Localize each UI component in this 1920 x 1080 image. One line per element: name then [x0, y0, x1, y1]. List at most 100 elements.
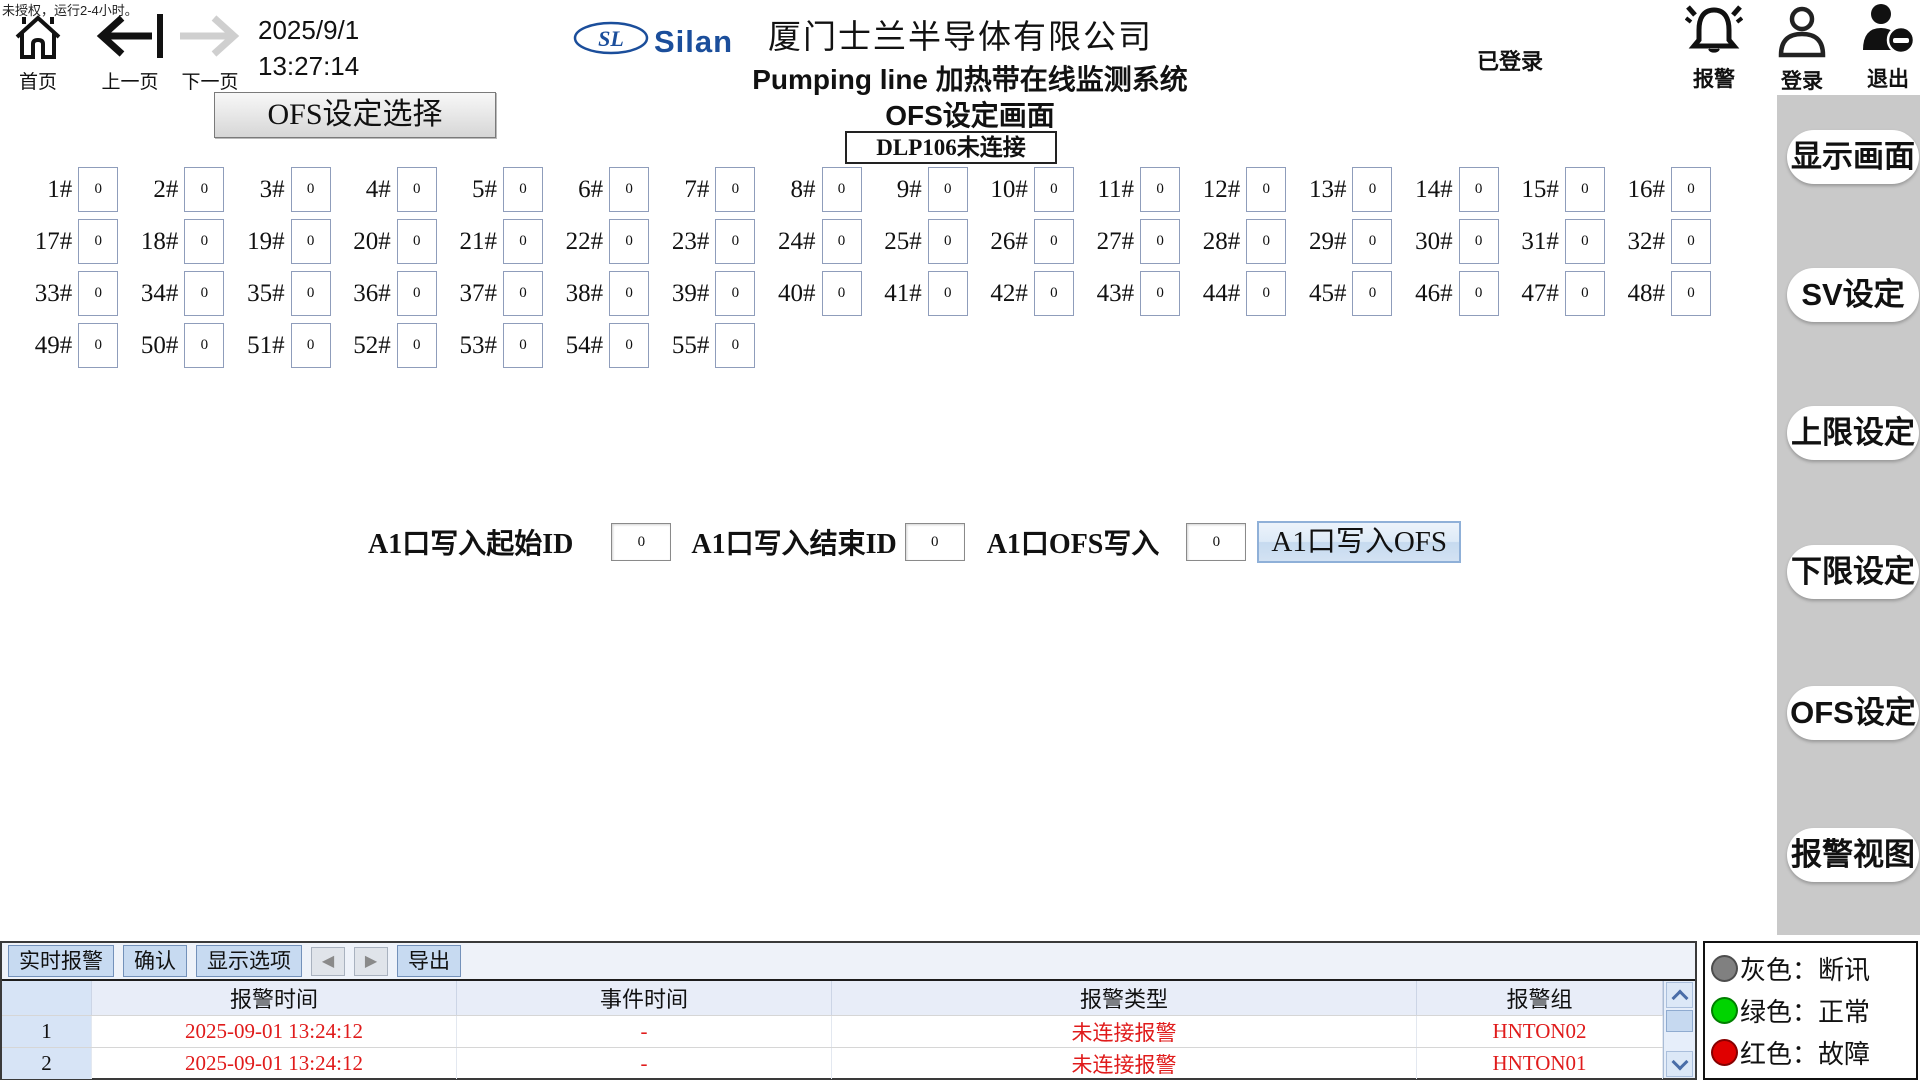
export-button[interactable]: 导出 — [397, 945, 461, 977]
login-label: 登录 — [1774, 65, 1830, 95]
channel-value-input[interactable]: 0 — [1565, 219, 1605, 264]
channel-value-input[interactable]: 0 — [928, 219, 968, 264]
channel-cell: 48#0 — [1605, 270, 1711, 317]
sidebar-item-lower-limit-setting[interactable]: 下限设定 — [1787, 545, 1919, 599]
home-button[interactable]: 首页 — [10, 12, 66, 94]
alarm-table-row[interactable]: 12025-09-01 13:24:12-未连接报警HNTON02 — [2, 1015, 1663, 1047]
sidebar-item-upper-limit-setting[interactable]: 上限设定 — [1787, 406, 1919, 460]
channel-value-input[interactable]: 0 — [1246, 167, 1286, 212]
channel-value-input[interactable]: 0 — [1246, 219, 1286, 264]
channel-value-input[interactable]: 0 — [78, 271, 118, 316]
sidebar-item-display-screen[interactable]: 显示画面 — [1787, 130, 1919, 184]
a1-start-id-input[interactable]: 0 — [611, 523, 671, 561]
display-options-button[interactable]: 显示选项 — [196, 945, 302, 977]
channel-cell: 37#0 — [437, 270, 543, 317]
channel-value-input[interactable]: 0 — [397, 323, 437, 368]
sidebar-item-sv-setting[interactable]: SV设定 — [1787, 268, 1919, 322]
channel-label: 45# — [1286, 280, 1352, 308]
channel-value-input[interactable]: 0 — [1140, 271, 1180, 316]
channel-value-input[interactable]: 0 — [184, 323, 224, 368]
channel-value-input[interactable]: 0 — [503, 323, 543, 368]
channel-value-input[interactable]: 0 — [291, 271, 331, 316]
channel-label: 32# — [1605, 228, 1671, 256]
channel-value-input[interactable]: 0 — [609, 271, 649, 316]
channel-value-input[interactable]: 0 — [503, 167, 543, 212]
channel-cell: 11#0 — [1074, 166, 1180, 213]
channel-value-input[interactable]: 0 — [291, 167, 331, 212]
channel-value-input[interactable]: 0 — [503, 219, 543, 264]
channel-value-input[interactable]: 0 — [1671, 271, 1711, 316]
realtime-alarm-button[interactable]: 实时报警 — [8, 945, 114, 977]
channel-value-input[interactable]: 0 — [184, 271, 224, 316]
channel-value-input[interactable]: 0 — [609, 219, 649, 264]
channel-value-input[interactable]: 0 — [1565, 271, 1605, 316]
channel-value-input[interactable]: 0 — [78, 219, 118, 264]
channel-value-input[interactable]: 0 — [715, 323, 755, 368]
channel-value-input[interactable]: 0 — [1140, 219, 1180, 264]
channel-value-input[interactable]: 0 — [1140, 167, 1180, 212]
channel-value-input[interactable]: 0 — [822, 167, 862, 212]
channel-value-input[interactable]: 0 — [1034, 271, 1074, 316]
channel-value-input[interactable]: 0 — [291, 323, 331, 368]
scrollbar-thumb[interactable] — [1666, 1010, 1693, 1032]
alarm-nav-button[interactable]: 报警 — [1684, 2, 1744, 93]
sidebar-item-alarm-view[interactable]: 报警视图 — [1787, 828, 1919, 882]
channel-value-input[interactable]: 0 — [184, 219, 224, 264]
channel-cell: 6#0 — [543, 166, 649, 213]
channel-value-input[interactable]: 0 — [1671, 219, 1711, 264]
scroll-up-button[interactable] — [1666, 982, 1693, 1008]
channel-value-input[interactable]: 0 — [78, 323, 118, 368]
channel-value-input[interactable]: 0 — [1352, 271, 1392, 316]
channel-value-input[interactable]: 0 — [397, 271, 437, 316]
date-text: 2025/9/1 — [258, 12, 359, 48]
channel-value-input[interactable]: 0 — [1671, 167, 1711, 212]
channel-cell: 20#0 — [331, 218, 437, 265]
channel-value-input[interactable]: 0 — [397, 219, 437, 264]
channel-value-input[interactable]: 0 — [503, 271, 543, 316]
channel-value-input[interactable]: 0 — [1034, 219, 1074, 264]
alarm-table-row[interactable]: 22025-09-01 13:24:12-未连接报警HNTON01 — [2, 1047, 1663, 1079]
scroll-down-button[interactable] — [1666, 1051, 1693, 1077]
channel-label: 19# — [224, 228, 290, 256]
channel-value-input[interactable]: 0 — [397, 167, 437, 212]
channel-cell: 5#0 — [437, 166, 543, 213]
channel-value-input[interactable]: 0 — [1459, 271, 1499, 316]
ofs-select-button[interactable]: OFS设定选择 — [214, 92, 496, 138]
logout-button[interactable]: 退出 — [1858, 2, 1918, 93]
channel-label: 44# — [1180, 280, 1246, 308]
a1-end-id-input[interactable]: 0 — [905, 523, 965, 561]
channel-value-input[interactable]: 0 — [1459, 219, 1499, 264]
alarm-table-scrollbar[interactable] — [1663, 981, 1695, 1078]
prev-page-button[interactable]: 上一页 — [92, 12, 168, 94]
channel-cell: 9#0 — [862, 166, 968, 213]
channel-value-input[interactable]: 0 — [715, 167, 755, 212]
confirm-button[interactable]: 确认 — [123, 945, 187, 977]
legend-red-dot — [1711, 1039, 1738, 1066]
channel-value-input[interactable]: 0 — [609, 167, 649, 212]
channel-value-input[interactable]: 0 — [1565, 167, 1605, 212]
channel-value-input[interactable]: 0 — [928, 271, 968, 316]
channel-value-input[interactable]: 0 — [1246, 271, 1286, 316]
channel-value-input[interactable]: 0 — [928, 167, 968, 212]
login-button[interactable]: 登录 — [1774, 6, 1830, 95]
channel-value-input[interactable]: 0 — [1352, 219, 1392, 264]
alarm-group-cell: HNTON02 — [1417, 1016, 1663, 1047]
channel-value-input[interactable]: 0 — [78, 167, 118, 212]
channel-value-input[interactable]: 0 — [1352, 167, 1392, 212]
channel-value-input[interactable]: 0 — [715, 219, 755, 264]
channel-value-input[interactable]: 0 — [822, 219, 862, 264]
channel-value-input[interactable]: 0 — [609, 323, 649, 368]
channel-value-input[interactable]: 0 — [1459, 167, 1499, 212]
channel-value-input[interactable]: 0 — [291, 219, 331, 264]
back-arrow-icon — [94, 47, 166, 64]
a1-write-ofs-button[interactable]: A1口写入OFS — [1257, 521, 1461, 563]
channel-value-input[interactable]: 0 — [715, 271, 755, 316]
channel-value-input[interactable]: 0 — [184, 167, 224, 212]
sidebar-item-ofs-setting[interactable]: OFS设定 — [1787, 686, 1919, 740]
page-right-button[interactable]: ▶ — [354, 947, 388, 976]
page-left-button[interactable]: ◀ — [311, 947, 345, 976]
channel-value-input[interactable]: 0 — [1034, 167, 1074, 212]
a1-ofs-value-input[interactable]: 0 — [1186, 523, 1246, 561]
next-page-button[interactable]: 下一页 — [172, 12, 248, 94]
channel-value-input[interactable]: 0 — [822, 271, 862, 316]
